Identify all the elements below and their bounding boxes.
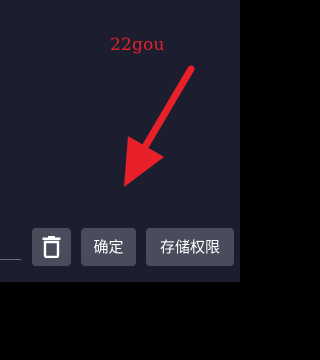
dialog-panel: 22gou 确定 存储权限	[0, 0, 240, 282]
input-underline[interactable]	[0, 259, 21, 260]
trash-icon	[42, 236, 61, 258]
watermark-text: 22gou	[110, 35, 165, 55]
confirm-button[interactable]: 确定	[81, 228, 136, 266]
storage-permission-button[interactable]: 存储权限	[146, 228, 234, 266]
screen: 22gou 确定 存储权限	[0, 0, 293, 360]
delete-button[interactable]	[32, 228, 71, 266]
